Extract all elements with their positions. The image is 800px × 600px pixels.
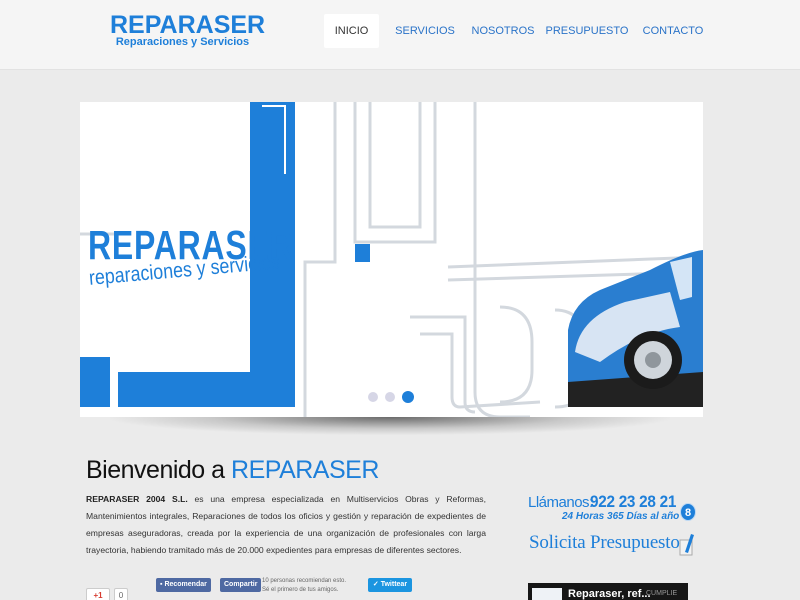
- twitter-icon: ✓: [372, 581, 381, 588]
- video-title: Reparaser, ref...: [568, 588, 651, 600]
- twitter-label: Twittear: [380, 581, 408, 588]
- gplus-button[interactable]: +1: [86, 588, 110, 600]
- video-tag: CUMPLIE: [646, 590, 678, 597]
- service-hours: 24 Horas 365 Días al año: [562, 511, 680, 522]
- video-widget[interactable]: Reparaser, ref... CUMPLIE: [528, 583, 688, 600]
- logo-subtitle: Reparaciones y Servicios: [115, 36, 250, 48]
- nav-item-nosotros[interactable]: NOSOTROS: [467, 14, 539, 48]
- call-label: Llámanos:: [528, 494, 593, 511]
- nav-item-servicios[interactable]: SERVICIOS: [387, 14, 463, 48]
- slider-dot[interactable]: [368, 392, 378, 402]
- facebook-text-line2: Sé el primero de tus amigos.: [262, 587, 339, 593]
- slider-dots: [368, 391, 414, 403]
- slider-dot-active[interactable]: [402, 391, 414, 403]
- phone-number[interactable]: 922 23 28 21: [590, 492, 676, 512]
- facebook-recommend-label: Recomendar: [164, 581, 207, 588]
- welcome-title-prefix: Bienvenido a: [86, 456, 232, 484]
- welcome-text: REPARASER 2004 S.L. es una empresa espec…: [86, 491, 486, 559]
- twitter-button[interactable]: ✓ Twittear: [368, 578, 412, 592]
- slide-brand: REPARASER reparaciones y servicios: [88, 225, 351, 291]
- nav-item-presupuesto[interactable]: PRESUPUESTO: [543, 14, 631, 48]
- slider-dot[interactable]: [385, 392, 395, 402]
- video-thumbnail: [532, 588, 562, 600]
- pencil-icon: [679, 534, 694, 556]
- logo-title: REPARASER: [110, 11, 266, 39]
- image-slider[interactable]: REPARASER reparaciones y servicios: [80, 102, 703, 417]
- request-quote-link[interactable]: Solicita Presupuesto: [529, 532, 680, 554]
- site-header: REPARASER Reparaciones y Servicios INICI…: [0, 0, 800, 70]
- slider-shadow: [110, 417, 670, 435]
- gplus-count: 0: [114, 588, 128, 600]
- facebook-recommend-button[interactable]: ▪ Recomendar: [156, 578, 211, 592]
- facebook-text-line1: 10 personas recomiendan esto.: [262, 578, 347, 584]
- welcome-title: Bienvenido a REPARASER: [86, 456, 379, 485]
- main-nav: INICIO SERVICIOS NOSOTROS PRESUPUESTO CO…: [324, 14, 709, 48]
- site-logo[interactable]: REPARASER Reparaciones y Servicios: [110, 11, 266, 48]
- phone-badge-icon: 8: [680, 503, 696, 521]
- facebook-social-text: 10 personas recomiendan esto. Sé el prime…: [262, 577, 346, 595]
- nav-item-inicio[interactable]: INICIO: [324, 14, 379, 48]
- facebook-share-button[interactable]: Compartir: [220, 578, 262, 592]
- welcome-title-brand: REPARASER: [231, 456, 379, 484]
- nav-item-contacto[interactable]: CONTACTO: [637, 14, 709, 48]
- company-name: REPARASER 2004 S.L.: [86, 494, 188, 504]
